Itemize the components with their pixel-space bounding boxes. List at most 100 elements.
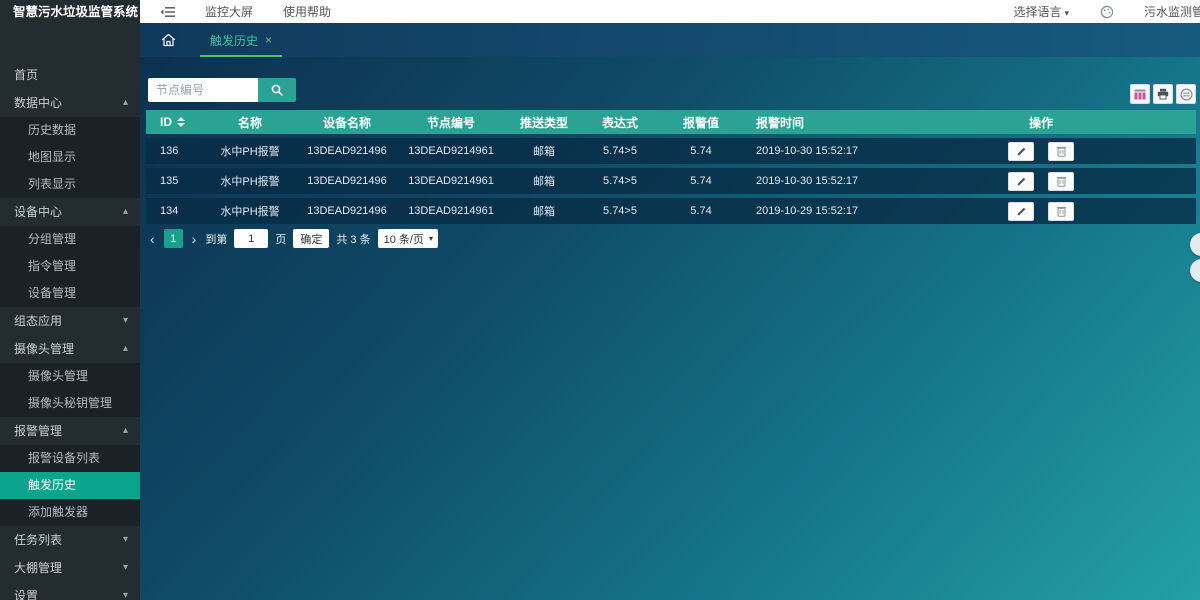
column-header-alarm-time: 报警时间 bbox=[746, 114, 906, 131]
sidebar-item-camera-manage[interactable]: 摄像头管理 bbox=[0, 363, 140, 390]
cell-device-name: 13DEAD921496 bbox=[296, 175, 398, 187]
tab-label: 触发历史 bbox=[210, 32, 258, 49]
sidebar-item-config-app[interactable]: 组态应用 ▾ bbox=[0, 307, 140, 335]
topbar-item-monitor-screen[interactable]: 监控大屏 bbox=[190, 3, 268, 20]
floating-edge-button-bottom[interactable] bbox=[1190, 259, 1200, 282]
cell-alarm-value: 5.74 bbox=[656, 145, 746, 157]
cell-name: 水中PH报警 bbox=[204, 173, 296, 189]
chevron-up-icon: ▴ bbox=[123, 198, 128, 226]
main-area: 监控大屏 使用帮助 选择语言▾ 污水监测管理 bbox=[140, 0, 1200, 600]
sidebar-item-device-center[interactable]: 设备中心 ▴ bbox=[0, 198, 140, 226]
menu-collapse-icon[interactable] bbox=[140, 5, 190, 19]
cell-node-id: 13DEAD9214961 bbox=[398, 175, 504, 187]
content-panel: ID 名称 设备名称 节点编号 推送类型 表达式 报警值 报警时间 操作 136… bbox=[140, 57, 1200, 600]
cell-device-name: 13DEAD921496 bbox=[296, 205, 398, 217]
delete-button[interactable] bbox=[1048, 142, 1074, 161]
sidebar-item-label: 任务列表 bbox=[14, 526, 62, 554]
column-header-node-id: 节点编号 bbox=[398, 114, 504, 131]
cell-node-id: 13DEAD9214961 bbox=[398, 205, 504, 217]
column-header-actions: 操作 bbox=[906, 114, 1176, 131]
sidebar-item-settings[interactable]: 设置 ▾ bbox=[0, 582, 140, 600]
prev-page-button[interactable]: ‹ bbox=[148, 231, 157, 247]
sidebar-item-task-list[interactable]: 任务列表 ▾ bbox=[0, 526, 140, 554]
sidebar-item-add-trigger[interactable]: 添加触发器 bbox=[0, 499, 140, 526]
floating-edge-button-top[interactable] bbox=[1190, 233, 1200, 256]
tab-close-icon[interactable]: × bbox=[265, 34, 272, 46]
sidebar-item-history-data[interactable]: 历史数据 bbox=[0, 117, 140, 144]
trash-icon bbox=[1056, 145, 1067, 157]
pencil-icon bbox=[1016, 176, 1027, 187]
search-button[interactable] bbox=[258, 78, 296, 102]
cell-actions bbox=[906, 172, 1176, 191]
confirm-page-button[interactable]: 确定 bbox=[293, 229, 329, 248]
cell-id: 136 bbox=[146, 145, 204, 157]
tab-trigger-history[interactable]: 触发历史 × bbox=[200, 23, 282, 57]
sidebar-item-greenhouse-mgmt[interactable]: 大棚管理 ▾ bbox=[0, 554, 140, 582]
sidebar-item-camera-mgmt[interactable]: 摄像头管理 ▴ bbox=[0, 335, 140, 363]
sidebar-item-trigger-history[interactable]: 触发历史 bbox=[0, 472, 140, 499]
cell-id: 135 bbox=[146, 175, 204, 187]
edit-button[interactable] bbox=[1008, 142, 1034, 161]
caret-down-icon: ▾ bbox=[1064, 8, 1069, 18]
theme-palette-icon[interactable] bbox=[1084, 5, 1130, 19]
chevron-down-icon: ▾ bbox=[123, 554, 128, 582]
sidebar-item-home[interactable]: 首页 bbox=[0, 61, 140, 89]
cell-push-type: 邮箱 bbox=[504, 143, 584, 159]
sidebar-item-list-display[interactable]: 列表显示 bbox=[0, 171, 140, 198]
cell-name: 水中PH报警 bbox=[204, 143, 296, 159]
page-unit-label: 页 bbox=[275, 231, 286, 247]
caret-down-icon: ▾ bbox=[429, 234, 433, 243]
pencil-icon bbox=[1016, 146, 1027, 157]
sidebar-submenu-alarm: 报警设备列表 触发历史 添加触发器 bbox=[0, 445, 140, 526]
cell-alarm-time: 2019-10-29 15:52:17 bbox=[746, 205, 906, 217]
account-label[interactable]: 污水监测管理 bbox=[1130, 3, 1200, 20]
edit-button[interactable] bbox=[1008, 172, 1034, 191]
column-header-device-name: 设备名称 bbox=[296, 114, 398, 131]
column-header-name: 名称 bbox=[204, 114, 296, 131]
topbar-item-help[interactable]: 使用帮助 bbox=[268, 3, 346, 20]
sidebar-item-label: 组态应用 bbox=[14, 307, 62, 335]
cell-alarm-value: 5.74 bbox=[656, 205, 746, 217]
home-tab-button[interactable] bbox=[148, 23, 188, 57]
app-title: 智慧污水垃圾监管系统 bbox=[0, 0, 140, 25]
sidebar-item-alarm-mgmt[interactable]: 报警管理 ▴ bbox=[0, 417, 140, 445]
sidebar-item-label: 报警管理 bbox=[14, 417, 62, 445]
sort-icon[interactable] bbox=[177, 117, 185, 127]
edit-button[interactable] bbox=[1008, 202, 1034, 221]
sidebar-item-command-mgmt[interactable]: 指令管理 bbox=[0, 253, 140, 280]
sidebar-item-camera-secret[interactable]: 摄像头秘钥管理 bbox=[0, 390, 140, 417]
current-page-button[interactable]: 1 bbox=[164, 229, 183, 248]
trash-icon bbox=[1056, 175, 1067, 187]
language-selector[interactable]: 选择语言▾ bbox=[998, 3, 1084, 20]
search-input[interactable] bbox=[148, 78, 258, 102]
export-button[interactable] bbox=[1176, 84, 1196, 104]
cell-node-id: 13DEAD9214961 bbox=[398, 145, 504, 157]
cell-push-type: 邮箱 bbox=[504, 203, 584, 219]
printer-icon bbox=[1157, 88, 1169, 100]
table-toolbar bbox=[1130, 84, 1196, 104]
sidebar-item-label: 设置 bbox=[14, 582, 38, 600]
chevron-down-icon: ▾ bbox=[123, 582, 128, 600]
delete-button[interactable] bbox=[1048, 202, 1074, 221]
print-button[interactable] bbox=[1153, 84, 1173, 104]
sidebar-item-alarm-device-list[interactable]: 报警设备列表 bbox=[0, 445, 140, 472]
cell-actions bbox=[906, 142, 1176, 161]
sidebar-item-device-mgmt[interactable]: 设备管理 bbox=[0, 280, 140, 307]
sidebar-menu: 首页 数据中心 ▴ 历史数据 地图显示 列表显示 设备中心 ▴ 分组管理 指令管… bbox=[0, 61, 140, 600]
cell-alarm-time: 2019-10-30 15:52:17 bbox=[746, 145, 906, 157]
column-header-id[interactable]: ID bbox=[146, 115, 204, 129]
sidebar-item-group-mgmt[interactable]: 分组管理 bbox=[0, 226, 140, 253]
page-number-input[interactable] bbox=[234, 229, 268, 248]
sidebar-item-label: 摄像头管理 bbox=[14, 335, 74, 363]
sidebar-item-map-display[interactable]: 地图显示 bbox=[0, 144, 140, 171]
sidebar-item-data-center[interactable]: 数据中心 ▴ bbox=[0, 89, 140, 117]
trigger-history-table: ID 名称 设备名称 节点编号 推送类型 表达式 报警值 报警时间 操作 136… bbox=[146, 110, 1196, 224]
columns-filter-button[interactable] bbox=[1130, 84, 1150, 104]
cell-alarm-time: 2019-10-30 15:52:17 bbox=[746, 175, 906, 187]
trash-icon bbox=[1056, 205, 1067, 217]
next-page-button[interactable]: › bbox=[190, 231, 199, 247]
delete-button[interactable] bbox=[1048, 172, 1074, 191]
table-row: 134 水中PH报警 13DEAD921496 13DEAD9214961 邮箱… bbox=[146, 198, 1196, 224]
page-size-select[interactable]: 10 条/页 ▾ bbox=[378, 229, 438, 248]
export-circle-icon bbox=[1180, 88, 1193, 101]
